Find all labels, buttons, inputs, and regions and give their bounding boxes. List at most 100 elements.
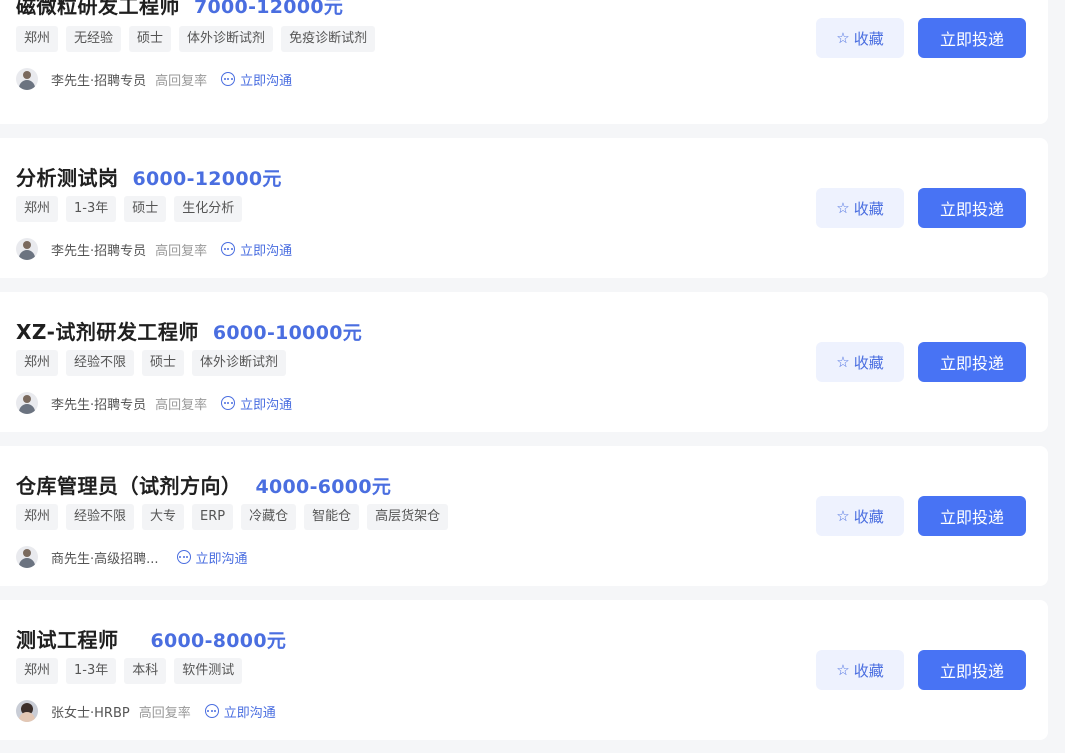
favorite-button[interactable]: ☆ 收藏	[816, 188, 904, 228]
star-outline-icon: ☆	[836, 507, 850, 525]
recruiter-name: 李先生·招聘专员	[51, 243, 147, 259]
job-tag: 郑州	[16, 658, 59, 684]
chat-now-label: 立即沟通	[240, 397, 293, 413]
recruiter-avatar	[16, 700, 38, 722]
job-tags: 郑州 经验不限 硕士 体外诊断试剂	[16, 350, 287, 376]
chat-now-link[interactable]: 立即沟通	[176, 548, 248, 567]
job-tag: 郑州	[16, 196, 59, 222]
apply-button[interactable]: 立即投递	[918, 188, 1026, 228]
job-tags: 郑州 1-3年 本科 软件测试	[16, 658, 243, 684]
favorite-label: 收藏	[853, 507, 884, 526]
recruiter-row: 张女士·HRBP 高回复率 立即沟通	[16, 700, 276, 722]
job-tags: 郑州 无经验 硕士 体外诊断试剂 免疫诊断试剂	[16, 26, 376, 52]
apply-button[interactable]: 立即投递	[918, 496, 1026, 536]
job-card[interactable]: 测试工程师 6000-8000元 郑州 1-3年 本科 软件测试 张女士·HRB…	[0, 600, 1048, 740]
recruiter-avatar	[16, 546, 38, 568]
favorite-button[interactable]: ☆ 收藏	[816, 496, 904, 536]
job-title[interactable]: XZ-试剂研发工程师	[16, 316, 199, 345]
star-outline-icon: ☆	[836, 199, 850, 217]
chat-bubble-icon	[221, 72, 236, 86]
job-tag: 软件测试	[174, 658, 243, 684]
job-tag: 1-3年	[66, 196, 117, 222]
job-title[interactable]: 分析测试岗	[16, 162, 119, 191]
job-salary: 7000-12000元	[194, 0, 344, 18]
star-outline-icon: ☆	[836, 29, 850, 47]
recruiter-row: 李先生·招聘专员 高回复率 立即沟通	[16, 238, 292, 260]
job-title-row: 分析测试岗 6000-12000元	[16, 162, 282, 191]
job-tags: 郑州 经验不限 大专 ERP 冷藏仓 智能仓 高层货架仓	[16, 504, 449, 530]
job-tag: 智能仓	[304, 504, 360, 530]
job-tag: ERP	[192, 504, 234, 530]
recruiter-row: 李先生·招聘专员 高回复率 立即沟通	[16, 68, 292, 90]
job-title[interactable]: 磁微粒研发工程师	[16, 0, 180, 19]
job-tag: 免疫诊断试剂	[281, 26, 376, 52]
job-tag: 经验不限	[66, 504, 135, 530]
job-card[interactable]: 分析测试岗 6000-12000元 郑州 1-3年 硕士 生化分析 李先生·招聘…	[0, 138, 1048, 278]
reply-rate-label: 高回复率	[155, 397, 208, 413]
job-salary: 4000-6000元	[255, 476, 392, 498]
job-tag: 经验不限	[66, 350, 135, 376]
reply-rate-label: 高回复率	[155, 243, 208, 259]
favorite-label: 收藏	[853, 199, 884, 218]
favorite-label: 收藏	[853, 29, 884, 48]
recruiter-avatar	[16, 392, 38, 414]
job-tag: 高层货架仓	[367, 504, 449, 530]
apply-button[interactable]: 立即投递	[918, 650, 1026, 690]
recruiter-name: 张女士·HRBP	[51, 705, 130, 721]
reply-rate-label: 高回复率	[138, 705, 191, 721]
favorite-button[interactable]: ☆ 收藏	[816, 650, 904, 690]
recruiter-name: 李先生·招聘专员	[51, 73, 147, 89]
recruiter-avatar	[16, 68, 38, 90]
chat-now-label: 立即沟通	[223, 705, 276, 721]
job-salary: 6000-10000元	[212, 322, 363, 344]
recruiter-row: 商先生·高级招聘... 立即沟通	[16, 546, 248, 568]
recruiter-name: 李先生·招聘专员	[51, 397, 147, 413]
job-salary: 6000-8000元	[150, 630, 287, 652]
chat-now-label: 立即沟通	[195, 551, 248, 567]
favorite-label: 收藏	[853, 353, 884, 372]
job-salary: 6000-12000元	[132, 168, 282, 190]
chat-now-link[interactable]: 立即沟通	[221, 240, 292, 259]
job-card[interactable]: 仓库管理员（试剂方向） 4000-6000元 郑州 经验不限 大专 ERP 冷藏…	[0, 446, 1048, 586]
favorite-button[interactable]: ☆ 收藏	[816, 342, 904, 382]
job-tag: 无经验	[66, 26, 122, 52]
chat-now-link[interactable]: 立即沟通	[221, 70, 292, 89]
job-tag: 硕士	[142, 350, 185, 376]
job-tag: 本科	[124, 658, 167, 684]
recruiter-avatar	[16, 238, 38, 260]
job-tag: 体外诊断试剂	[179, 26, 274, 52]
apply-button[interactable]: 立即投递	[918, 342, 1026, 382]
job-title-row: 测试工程师 6000-8000元	[16, 624, 286, 653]
favorite-label: 收藏	[853, 661, 884, 680]
job-title[interactable]: 仓库管理员（试剂方向）	[16, 470, 242, 499]
job-tag: 冷藏仓	[241, 504, 297, 530]
job-tag: 大专	[142, 504, 185, 530]
reply-rate-label: 高回复率	[155, 73, 208, 89]
job-title-row: 磁微粒研发工程师 7000-12000元	[16, 0, 343, 19]
job-tag: 生化分析	[174, 196, 243, 222]
apply-button[interactable]: 立即投递	[918, 18, 1026, 58]
job-card[interactable]: 磁微粒研发工程师 7000-12000元 郑州 无经验 硕士 体外诊断试剂 免疫…	[0, 0, 1048, 124]
page-edge	[1051, 0, 1065, 753]
job-title-row: 仓库管理员（试剂方向） 4000-6000元	[16, 470, 391, 499]
favorite-button[interactable]: ☆ 收藏	[816, 18, 904, 58]
chat-now-label: 立即沟通	[240, 243, 293, 259]
chat-now-link[interactable]: 立即沟通	[204, 702, 276, 721]
star-outline-icon: ☆	[836, 661, 850, 679]
job-title[interactable]: 测试工程师	[16, 624, 119, 653]
chat-now-label: 立即沟通	[240, 73, 293, 89]
chat-bubble-icon	[204, 704, 219, 718]
job-tag: 体外诊断试剂	[192, 350, 287, 376]
job-tag: 1-3年	[66, 658, 117, 684]
job-tags: 郑州 1-3年 硕士 生化分析	[16, 196, 243, 222]
chat-now-link[interactable]: 立即沟通	[221, 394, 292, 413]
chat-bubble-icon	[176, 550, 191, 564]
job-tag: 郑州	[16, 350, 59, 376]
star-outline-icon: ☆	[836, 353, 850, 371]
chat-bubble-icon	[221, 396, 236, 410]
recruiter-row: 李先生·招聘专员 高回复率 立即沟通	[16, 392, 292, 414]
job-tag: 郑州	[16, 26, 59, 52]
job-card[interactable]: XZ-试剂研发工程师 6000-10000元 郑州 经验不限 硕士 体外诊断试剂…	[0, 292, 1048, 432]
job-tag: 硕士	[124, 196, 167, 222]
job-tag: 郑州	[16, 504, 59, 530]
